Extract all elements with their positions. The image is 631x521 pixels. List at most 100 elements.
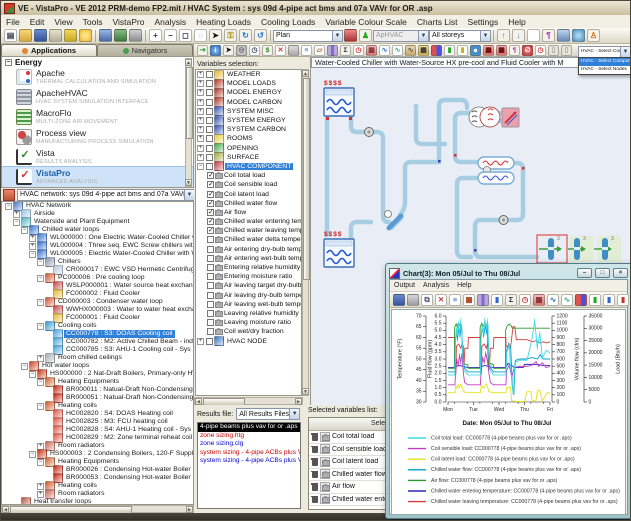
globe-icon[interactable]: [572, 29, 585, 42]
tree-item[interactable]: −HS000000 : 2 Nat-Draft Boilers, Primary…: [2, 370, 193, 378]
variable-item[interactable]: +SYSTEM MISC: [196, 107, 301, 116]
checkbox[interactable]: [206, 135, 213, 142]
tree-item[interactable]: −Chilled water loops: [2, 226, 193, 234]
water-source-heat-exchanger[interactable]: [469, 107, 500, 127]
variable-item[interactable]: Entering relative humidity: [196, 263, 301, 272]
pin-icon[interactable]: ¶: [542, 29, 555, 42]
variable-item[interactable]: ✓Coil latent load: [196, 189, 301, 198]
chart-window-titlebar[interactable]: Chart(3): Mon 05/Jul to Thu 08/Jul – □ ×: [389, 267, 628, 279]
tree-item[interactable]: CC000778 : S3: DOAS Cooling coil: [2, 330, 193, 338]
cooling-coil[interactable]: 3: [568, 236, 593, 262]
delete-icon[interactable]: [311, 495, 318, 503]
pin2-icon[interactable]: ¶: [509, 45, 520, 56]
menu-charts-list[interactable]: Charts List: [412, 16, 463, 28]
trash-dim2-icon[interactable]: ▯: [561, 45, 572, 56]
lock-icon[interactable]: [320, 482, 330, 492]
lock-icon[interactable]: [320, 494, 330, 504]
variable-item[interactable]: +MODEL ENERGY: [196, 88, 301, 97]
tree-item[interactable]: −Cooling coils: [2, 322, 193, 330]
app-item-vista[interactable]: ✓VistaRESULTS ANALYSIS: [2, 147, 193, 167]
table-red-icon[interactable]: ▦: [483, 45, 494, 56]
menu-file[interactable]: File: [1, 16, 25, 28]
checkbox[interactable]: [207, 264, 214, 271]
checkbox[interactable]: ✓: [207, 172, 214, 179]
expand-icon[interactable]: +: [197, 126, 204, 133]
columns-icon[interactable]: [327, 45, 338, 56]
collapse-icon[interactable]: −: [197, 163, 204, 170]
collapse-icon[interactable]: −: [5, 59, 12, 66]
pointer2-icon[interactable]: ➤: [223, 45, 234, 56]
collapse-icon[interactable]: −: [37, 299, 44, 306]
checkbox[interactable]: [207, 301, 214, 308]
profile-b-icon[interactable]: ∿: [561, 294, 573, 306]
walk-person-icon[interactable]: ♟: [359, 29, 372, 42]
bar-green-icon[interactable]: ▮: [444, 45, 455, 56]
energy-group-header[interactable]: − Energy: [2, 57, 193, 67]
scroll-down-arrow[interactable]: ▼: [185, 179, 192, 186]
delete-icon[interactable]: [311, 483, 318, 491]
monitor-export-icon[interactable]: [114, 29, 127, 42]
dropdown-option[interactable]: HVAC - Select Nodes: [579, 66, 631, 74]
copy-icon[interactable]: ⧉: [421, 294, 433, 306]
chiller-condenser-capsule[interactable]: [478, 157, 514, 174]
tree-item[interactable]: +WL000004 : Three seq. EWC Screw chiller…: [2, 242, 193, 250]
variable-item[interactable]: ✓Coil total load: [196, 171, 301, 180]
expand-icon[interactable]: +: [29, 235, 36, 242]
collapse-icon[interactable]: −: [21, 363, 28, 370]
delete-icon[interactable]: [311, 458, 318, 466]
plan-view-combo[interactable]: Plan▼: [273, 30, 343, 42]
profile-c-icon[interactable]: ∿: [405, 45, 416, 56]
tree-item[interactable]: HC002820 : S4: DOAS Heating coil: [2, 410, 193, 418]
bar-blue-icon[interactable]: ▮: [603, 294, 615, 306]
tree-item[interactable]: FC000001 : Fluid Cooler: [2, 314, 193, 322]
variable-item[interactable]: Entering moisture ratio: [196, 272, 301, 281]
bar-green-icon[interactable]: ▮: [589, 294, 601, 306]
delete-icon[interactable]: [311, 433, 318, 441]
bar-yellow-icon[interactable]: ▮: [457, 45, 468, 56]
profile-b-icon[interactable]: ∿: [392, 45, 403, 56]
checkbox[interactable]: ✓: [207, 181, 214, 188]
pump[interactable]: [365, 128, 374, 137]
tree-item[interactable]: −Chillers: [2, 258, 193, 266]
scroll-thumb[interactable]: [303, 78, 310, 280]
checkbox[interactable]: [206, 99, 213, 106]
tree-item[interactable]: +Room radiators: [2, 442, 193, 450]
variables-v-scrollbar[interactable]: ▲ ▼: [302, 69, 309, 396]
checkbox[interactable]: [207, 328, 214, 335]
lamp-icon[interactable]: [79, 29, 92, 42]
app-item-apachehvac[interactable]: ApacheHVACHVAC SYSTEM SIMULATION INTERFA…: [2, 87, 193, 107]
maximize-button[interactable]: □: [595, 268, 610, 278]
flags-icon[interactable]: [431, 45, 442, 56]
results-file-combo[interactable]: All Results Files ▼: [236, 408, 300, 420]
storeys-combo[interactable]: All storeys▼: [429, 30, 491, 42]
checkbox[interactable]: [206, 145, 213, 152]
tree-item[interactable]: −CD000003 : Condenser water loop: [2, 298, 193, 306]
lock-icon[interactable]: [320, 457, 330, 467]
applist-scrollbar[interactable]: ▲ ▼: [185, 58, 192, 187]
table-red2-icon[interactable]: ▦: [496, 45, 507, 56]
list-icon[interactable]: ≡: [301, 45, 312, 56]
variable-item[interactable]: Leaving moisture ratio: [196, 318, 301, 327]
menu-view[interactable]: View: [49, 16, 77, 28]
checkbox[interactable]: [206, 126, 213, 133]
collapse-icon[interactable]: −: [37, 323, 44, 330]
monitor-icon[interactable]: [99, 29, 112, 42]
checkbox[interactable]: [206, 89, 213, 96]
key-small-icon[interactable]: ⚿: [224, 29, 237, 42]
variable-item[interactable]: ✓Chilled water flow: [196, 199, 301, 208]
checkbox[interactable]: [207, 246, 214, 253]
chart-menu-analysis[interactable]: Analysis: [419, 282, 453, 289]
checkbox[interactable]: [207, 236, 214, 243]
tree-item[interactable]: Heat transfer loops: [2, 498, 193, 505]
expand-icon[interactable]: +: [13, 211, 20, 218]
variable-item[interactable]: +ROOMS: [196, 134, 301, 143]
checkbox[interactable]: [207, 310, 214, 317]
variable-item[interactable]: +MODEL CARBON: [196, 98, 301, 107]
new-file-icon[interactable]: ▤: [4, 29, 17, 42]
variable-item[interactable]: +HVAC NODE: [196, 336, 301, 345]
expand-icon[interactable]: +: [29, 243, 36, 250]
variable-item[interactable]: +SYSTEM CARBON: [196, 125, 301, 134]
hvac-network-combo[interactable]: HVAC network: sys 09d 4-pipe act bms and…: [17, 189, 195, 201]
results-file-item[interactable]: 4-pipe beams plus vav for or .aps: [198, 423, 300, 432]
arrow-down-icon[interactable]: ↓: [512, 29, 525, 42]
